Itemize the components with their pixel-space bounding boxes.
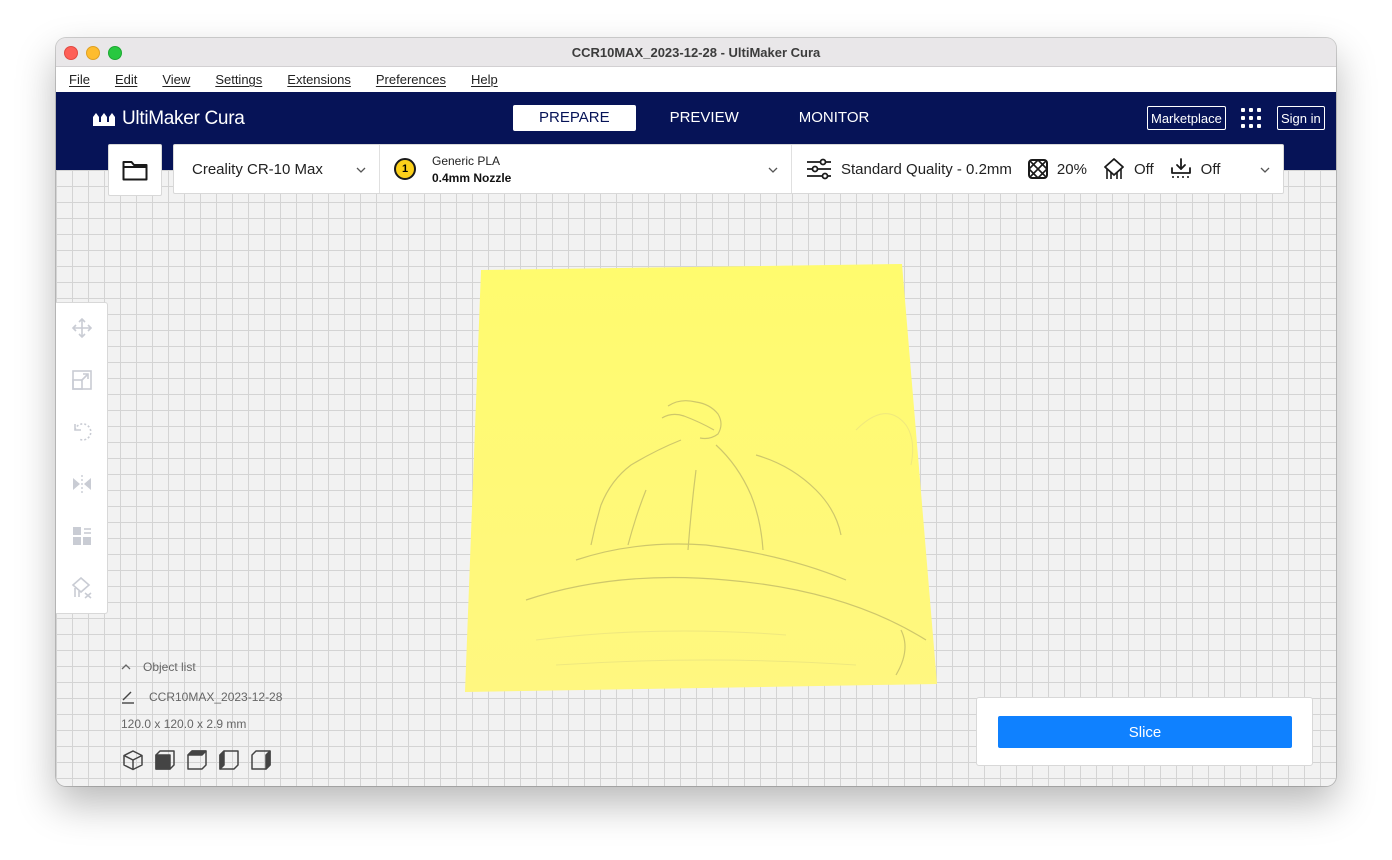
3d-view-icon[interactable] bbox=[122, 749, 144, 771]
rotate-icon bbox=[74, 423, 92, 441]
infill-setting: 20% bbox=[1027, 159, 1087, 179]
chevron-down-icon bbox=[768, 167, 778, 173]
per-model-settings-icon bbox=[73, 527, 91, 545]
marketplace-button[interactable]: Marketplace bbox=[1147, 106, 1226, 130]
nozzle-size: 0.4mm Nozzle bbox=[432, 170, 512, 185]
slice-button[interactable]: Slice bbox=[998, 716, 1292, 748]
support-setting: Off bbox=[1103, 158, 1154, 180]
scale-tool-button[interactable] bbox=[69, 367, 95, 393]
printer-name: Creality CR-10 Max bbox=[192, 160, 323, 178]
scale-icon bbox=[72, 370, 92, 390]
object-name: CCR10MAX_2023-12-28 bbox=[149, 690, 283, 704]
print-settings-selector[interactable]: Standard Quality - 0.2mm 20% Off Off bbox=[792, 145, 1283, 193]
per-model-settings-button[interactable] bbox=[69, 523, 95, 549]
ultimaker-logo-icon bbox=[93, 113, 115, 126]
object-list-toggle[interactable]: Object list bbox=[121, 660, 196, 674]
object-name-row[interactable]: CCR10MAX_2023-12-28 bbox=[121, 690, 282, 704]
printer-selector[interactable]: Creality CR-10 Max bbox=[174, 145, 380, 193]
support-value: Off bbox=[1133, 160, 1154, 178]
menu-settings[interactable]: Settings bbox=[215, 72, 262, 87]
move-icon bbox=[71, 317, 93, 339]
infill-icon bbox=[1027, 159, 1048, 179]
print-setup-bar: Creality CR-10 Max 1 Generic PLA 0.4mm N… bbox=[173, 144, 1284, 194]
menu-view[interactable]: View bbox=[162, 72, 190, 87]
transform-toolbar bbox=[56, 302, 108, 614]
logo-text: UltiMaker Cura bbox=[122, 108, 245, 129]
support-blocker-icon bbox=[71, 577, 92, 599]
menu-help[interactable]: Help bbox=[471, 72, 498, 87]
tab-monitor[interactable]: MONITOR bbox=[773, 105, 896, 131]
open-file-button[interactable] bbox=[108, 144, 162, 196]
maximize-window-button[interactable] bbox=[108, 46, 122, 60]
sliders-icon bbox=[807, 158, 831, 180]
infill-value: 20% bbox=[1056, 160, 1087, 178]
chevron-down-icon bbox=[1260, 167, 1270, 173]
adhesion-value: Off bbox=[1200, 160, 1221, 178]
adhesion-icon bbox=[1170, 158, 1191, 178]
close-window-button[interactable] bbox=[64, 46, 78, 60]
adhesion-setting: Off bbox=[1170, 158, 1221, 180]
material-name: Generic PLA bbox=[432, 153, 501, 168]
slice-panel: Slice bbox=[976, 697, 1313, 766]
mirror-tool-button[interactable] bbox=[69, 471, 95, 497]
folder-icon bbox=[122, 161, 148, 181]
object-list-panel: Object list CCR10MAX_2023-12-28 120.0 x … bbox=[121, 660, 282, 731]
chevron-up-icon bbox=[121, 664, 131, 670]
pencil-icon bbox=[122, 691, 134, 704]
front-view-icon[interactable] bbox=[154, 749, 176, 771]
extruder-badge: 1 bbox=[394, 158, 416, 180]
left-view-icon[interactable] bbox=[218, 749, 240, 771]
tab-preview[interactable]: PREVIEW bbox=[644, 105, 765, 131]
menu-file[interactable]: File bbox=[69, 72, 90, 87]
stage-tabs: PREPARE PREVIEW MONITOR bbox=[513, 105, 903, 131]
cura-window: CCR10MAX_2023-12-28 - UltiMaker Cura Fil… bbox=[56, 38, 1336, 786]
title-bar: CCR10MAX_2023-12-28 - UltiMaker Cura bbox=[56, 38, 1336, 67]
minimize-window-button[interactable] bbox=[86, 46, 100, 60]
menu-edit[interactable]: Edit bbox=[115, 72, 137, 87]
support-blocker-button[interactable] bbox=[69, 575, 95, 601]
apps-grid-icon[interactable] bbox=[1241, 108, 1261, 128]
rotate-tool-button[interactable] bbox=[69, 419, 95, 445]
quality-setting: Standard Quality - 0.2mm bbox=[806, 158, 1012, 180]
support-icon bbox=[1104, 158, 1124, 179]
window-controls bbox=[64, 46, 122, 60]
object-list-title: Object list bbox=[143, 660, 196, 674]
menu-bar: File Edit View Settings Extensions Prefe… bbox=[56, 67, 1336, 92]
quality-label: Standard Quality - 0.2mm bbox=[841, 160, 1012, 178]
right-view-icon[interactable] bbox=[250, 749, 272, 771]
move-tool-button[interactable] bbox=[69, 315, 95, 341]
chevron-down-icon bbox=[356, 167, 366, 173]
mirror-icon bbox=[73, 475, 91, 493]
camera-view-buttons bbox=[122, 749, 272, 771]
sign-in-button[interactable]: Sign in bbox=[1277, 106, 1325, 130]
object-dimensions: 120.0 x 120.0 x 2.9 mm bbox=[121, 717, 247, 731]
menu-preferences[interactable]: Preferences bbox=[376, 72, 446, 87]
material-selector[interactable]: 1 Generic PLA 0.4mm Nozzle bbox=[380, 145, 792, 193]
app-logo: UltiMaker Cura bbox=[92, 108, 245, 130]
window-title: CCR10MAX_2023-12-28 - UltiMaker Cura bbox=[571, 44, 821, 60]
tab-prepare[interactable]: PREPARE bbox=[513, 105, 636, 131]
top-view-icon[interactable] bbox=[186, 749, 208, 771]
menu-extensions[interactable]: Extensions bbox=[287, 72, 351, 87]
